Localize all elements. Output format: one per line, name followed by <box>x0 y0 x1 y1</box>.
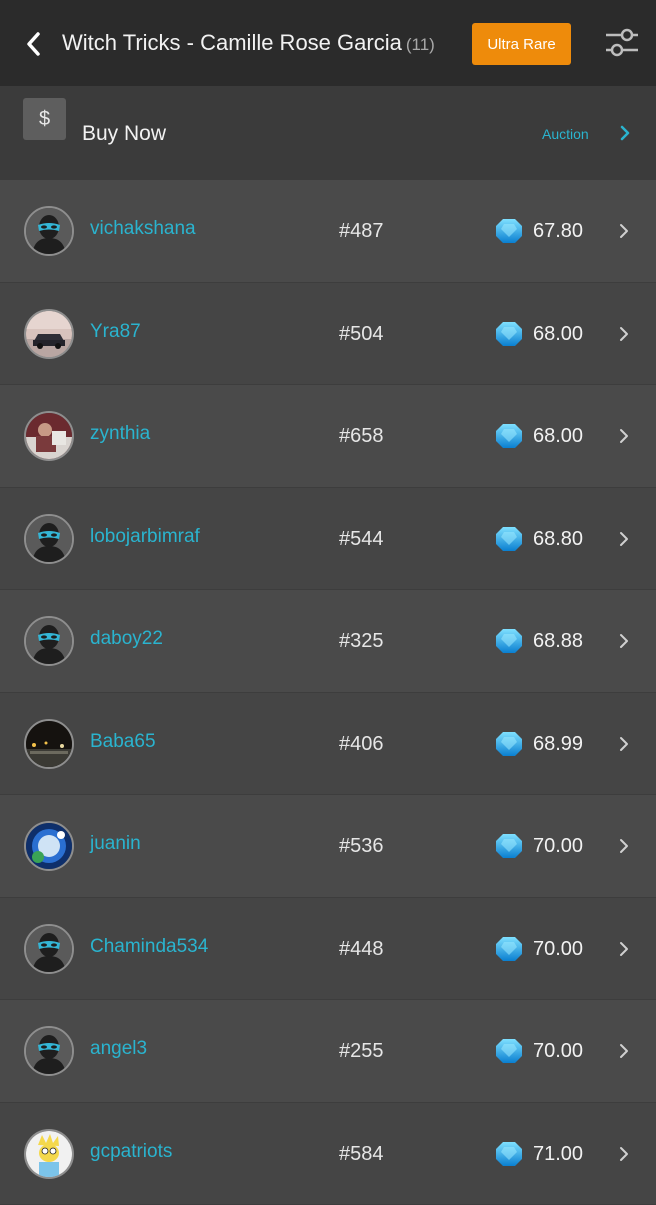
listing-row[interactable]: Baba65 #406 68.99 <box>0 693 656 796</box>
serial-number: #255 <box>339 1040 384 1063</box>
gem-icon <box>495 730 523 758</box>
chevron-right-icon <box>618 325 630 343</box>
serial-number: #658 <box>339 425 384 448</box>
listing-row[interactable]: Chaminda534 #448 70.00 <box>0 898 656 1001</box>
price-value: 70.00 <box>533 835 583 858</box>
seller-username[interactable]: gcpatriots <box>90 1141 172 1163</box>
chevron-right-icon <box>618 1145 630 1163</box>
collection-title: Witch Tricks - Camille Rose Garcia <box>62 30 402 55</box>
listing-row[interactable]: vichakshana #487 67.80 <box>0 180 656 283</box>
avatar[interactable] <box>24 309 74 359</box>
avatar[interactable] <box>24 1026 74 1076</box>
price-value: 68.80 <box>533 528 583 551</box>
avatar[interactable] <box>24 1129 74 1179</box>
gem-icon <box>495 217 523 245</box>
filter-button[interactable] <box>604 26 640 60</box>
seller-username[interactable]: lobojarbimraf <box>90 526 200 548</box>
gem-icon <box>495 1140 523 1168</box>
chevron-right-icon <box>618 735 630 753</box>
collection-count: (11) <box>406 35 435 54</box>
seller-username[interactable]: juanin <box>90 833 141 855</box>
serial-number: #504 <box>339 323 384 346</box>
listing-row[interactable]: gcpatriots #584 71.00 <box>0 1103 656 1205</box>
avatar[interactable] <box>24 616 74 666</box>
seller-username[interactable]: Baba65 <box>90 731 156 753</box>
chevron-right-icon <box>618 530 630 548</box>
chevron-right-icon <box>618 940 630 958</box>
serial-number: #406 <box>339 733 384 756</box>
chevron-right-icon <box>617 124 633 142</box>
chevron-right-icon <box>618 1042 630 1060</box>
page-title: Witch Tricks - Camille Rose Garcia(11) <box>62 30 435 56</box>
listing-row[interactable]: lobojarbimraf #544 68.80 <box>0 488 656 591</box>
listing-row[interactable]: daboy22 #325 68.88 <box>0 590 656 693</box>
listing-row[interactable]: juanin #536 70.00 <box>0 795 656 898</box>
serial-number: #448 <box>339 938 384 961</box>
avatar[interactable] <box>24 719 74 769</box>
seller-username[interactable]: Chaminda534 <box>90 936 208 958</box>
avatar[interactable] <box>24 206 74 256</box>
chevron-right-icon <box>618 222 630 240</box>
gem-icon <box>495 832 523 860</box>
avatar[interactable] <box>24 514 74 564</box>
gem-icon <box>495 627 523 655</box>
gem-icon <box>495 935 523 963</box>
gem-icon <box>495 422 523 450</box>
listing-list: vichakshana#48767.80Yra87#50468.00zynthi… <box>0 180 656 1205</box>
avatar[interactable] <box>24 411 74 461</box>
price-value: 67.80 <box>533 220 583 243</box>
listing-row[interactable]: angel3 #255 70.00 <box>0 1000 656 1103</box>
auction-link[interactable]: Auction <box>542 126 589 142</box>
chevron-right-icon <box>618 632 630 650</box>
rarity-button[interactable]: Ultra Rare <box>472 23 571 65</box>
price-value: 68.88 <box>533 630 583 653</box>
avatar[interactable] <box>24 821 74 871</box>
price-value: 68.00 <box>533 323 583 346</box>
serial-number: #544 <box>339 528 384 551</box>
serial-number: #584 <box>339 1143 384 1166</box>
back-button[interactable] <box>18 26 48 62</box>
price-value: 68.00 <box>533 425 583 448</box>
buy-now-label: Buy Now <box>82 122 166 146</box>
price-value: 71.00 <box>533 1143 583 1166</box>
seller-username[interactable]: zynthia <box>90 423 150 445</box>
chevron-right-icon <box>618 837 630 855</box>
chevron-left-icon <box>25 31 41 57</box>
price-value: 70.00 <box>533 938 583 961</box>
top-bar: Witch Tricks - Camille Rose Garcia(11) U… <box>0 0 656 86</box>
price-value: 68.99 <box>533 733 583 756</box>
gem-icon <box>495 1037 523 1065</box>
dollar-icon: $ <box>23 98 66 140</box>
listing-row[interactable]: Yra87 #504 68.00 <box>0 283 656 386</box>
auction-chevron-button[interactable] <box>617 124 633 142</box>
gem-icon <box>495 320 523 348</box>
serial-number: #487 <box>339 220 384 243</box>
buy-mode-bar: $ Buy Now Auction <box>0 86 656 180</box>
sliders-icon <box>604 26 640 60</box>
price-value: 70.00 <box>533 1040 583 1063</box>
seller-username[interactable]: daboy22 <box>90 628 163 650</box>
gem-icon <box>495 525 523 553</box>
seller-username[interactable]: vichakshana <box>90 218 196 240</box>
avatar[interactable] <box>24 924 74 974</box>
serial-number: #325 <box>339 630 384 653</box>
chevron-right-icon <box>618 427 630 445</box>
listing-row[interactable]: zynthia #658 68.00 <box>0 385 656 488</box>
seller-username[interactable]: angel3 <box>90 1038 147 1060</box>
serial-number: #536 <box>339 835 384 858</box>
seller-username[interactable]: Yra87 <box>90 321 141 343</box>
